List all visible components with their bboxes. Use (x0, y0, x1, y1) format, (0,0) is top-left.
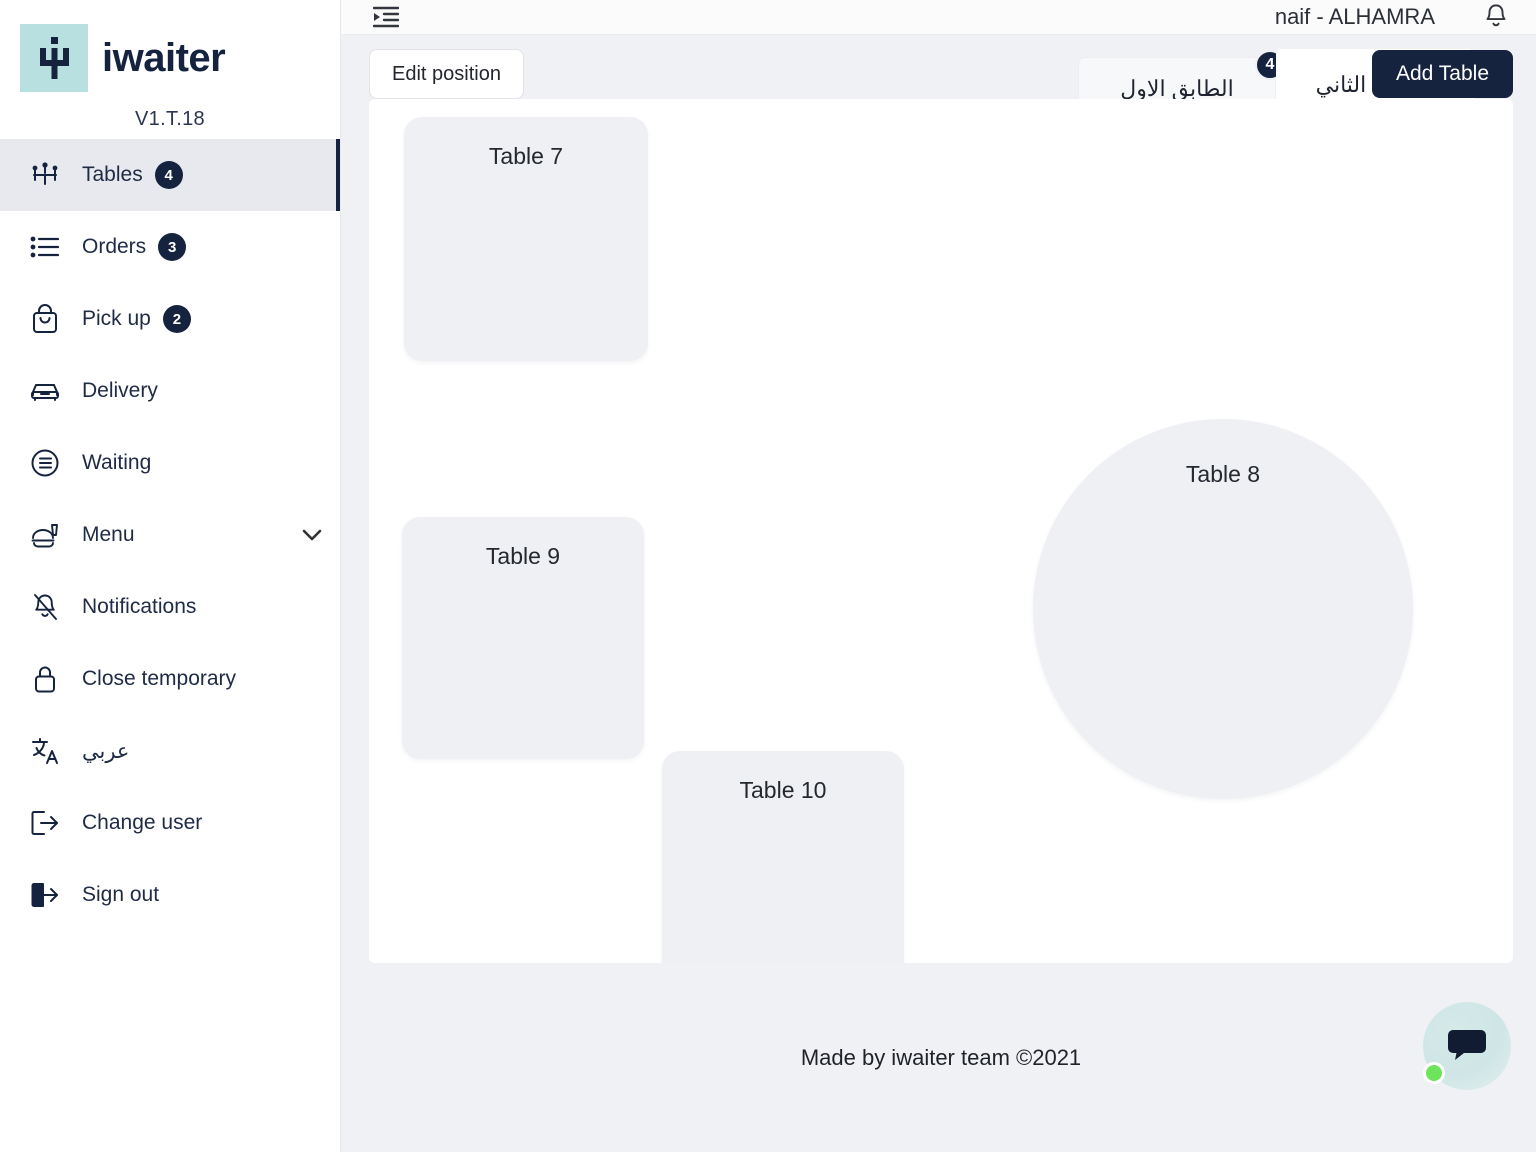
header-right-cluster: naif - ALHAMRA (1275, 0, 1513, 34)
table-shape[interactable]: Table 10 (662, 751, 904, 963)
burger-drink-icon (28, 518, 62, 552)
floor-plan-canvas[interactable]: Table 7 Table 8 Table 9 Table 10 (369, 99, 1513, 963)
table-shape[interactable]: Table 9 (402, 517, 644, 759)
table-name-label: Table 10 (739, 777, 827, 803)
menu-fold-icon[interactable] (369, 0, 403, 34)
sidebar-item-label: Close temporary (82, 667, 237, 690)
table-seats-icon (28, 158, 62, 192)
logout-filled-icon (28, 878, 62, 912)
sidebar-item-pick-up[interactable]: Pick up 2 (0, 283, 340, 355)
table-shape[interactable]: Table 8 (1033, 419, 1413, 799)
sidebar-nav: Tables 4 Orders 3 Pick up 2 Delivery Waiting Men… (0, 139, 340, 931)
sidebar-item-label: Change user (82, 811, 203, 834)
sidebar-item-عربي[interactable]: عربي (0, 715, 340, 787)
sidebar-item-label: عربي (82, 739, 130, 763)
car-icon (28, 374, 62, 408)
chat-widget[interactable] (1423, 1002, 1511, 1090)
sidebar-item-label: Notifications (82, 595, 197, 618)
content-toolbar: Edit position الطابق الاول4الطابق الثاني… (341, 35, 1536, 119)
shopping-bag-icon (28, 302, 62, 336)
sidebar-item-label: Waiting (82, 451, 152, 474)
main-area: naif - ALHAMRA Edit position الطابق الاو… (341, 0, 1536, 1152)
sidebar-item-label: Orders (82, 235, 147, 258)
table-shape[interactable]: Table 7 (404, 117, 648, 361)
sidebar-item-delivery[interactable]: Delivery (0, 355, 340, 427)
brand-row: iwaiter (0, 24, 340, 92)
table-name-label: Table 7 (488, 143, 564, 169)
sidebar-item-badge: 4 (154, 161, 183, 189)
lock-icon (28, 662, 62, 696)
app-root: iwaiter V1.T.18 Tables 4 Orders 3 Pick up 2 De… (0, 0, 1536, 1152)
add-table-button[interactable]: Add Table (1371, 50, 1513, 98)
logout-outline-icon (28, 806, 62, 840)
footer: Made by iwaiter team ©2021 (341, 963, 1536, 1152)
list-icon (28, 230, 62, 264)
sidebar-item-menu[interactable]: Menu (0, 499, 340, 571)
chevron-down-icon[interactable] (302, 528, 322, 542)
edit-position-button[interactable]: Edit position (369, 49, 524, 99)
footer-text: Made by iwaiter team ©2021 (800, 1044, 1082, 1070)
sidebar-item-close-temporary[interactable]: Close temporary (0, 643, 340, 715)
sidebar-item-label: Menu (82, 523, 135, 546)
sidebar-item-label: Delivery (82, 379, 158, 402)
bell-off-icon (28, 590, 62, 624)
translate-icon (28, 734, 62, 768)
sidebar-item-orders[interactable]: Orders 3 (0, 211, 340, 283)
top-header: naif - ALHAMRA (341, 0, 1536, 35)
sidebar-item-badge: 2 (162, 305, 191, 333)
sidebar-item-label: Tables (82, 163, 143, 186)
table-name-label: Table 9 (485, 543, 561, 569)
canvas-wrapper: Table 7 Table 8 Table 9 Table 10 (341, 99, 1536, 963)
iwaiter-trident-logo-icon (20, 24, 88, 92)
sidebar-item-sign-out[interactable]: Sign out (0, 859, 340, 931)
sidebar: iwaiter V1.T.18 Tables 4 Orders 3 Pick up 2 De… (0, 0, 341, 1152)
tab-label: الطابق الاول (1120, 75, 1234, 101)
sidebar-item-change-user[interactable]: Change user (0, 787, 340, 859)
sidebar-item-waiting[interactable]: Waiting (0, 427, 340, 499)
sidebar-item-badge: 3 (158, 233, 187, 261)
current-user-label: naif - ALHAMRA (1274, 4, 1435, 29)
sidebar-item-label: Pick up (82, 307, 151, 330)
clock-list-icon (28, 446, 62, 480)
app-version: V1.T.18 (135, 108, 205, 130)
sidebar-item-notifications[interactable]: Notifications (0, 571, 340, 643)
bell-icon[interactable] (1479, 0, 1513, 34)
sidebar-item-label: Sign out (82, 883, 160, 906)
online-status-dot (1423, 1062, 1445, 1084)
table-name-label: Table 8 (1185, 461, 1261, 487)
brand-block: iwaiter V1.T.18 (0, 0, 340, 139)
brand-wordmark: iwaiter (102, 36, 226, 80)
sidebar-item-tables[interactable]: Tables 4 (0, 139, 340, 211)
